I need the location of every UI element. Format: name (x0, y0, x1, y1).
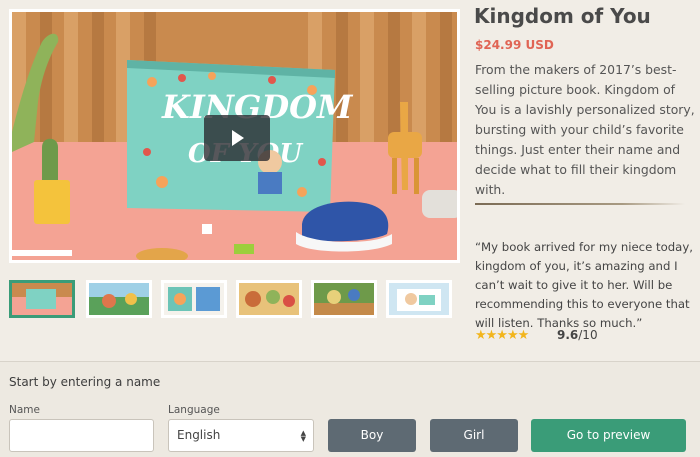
play-icon (232, 130, 244, 146)
thumbnail-image (239, 283, 299, 315)
thumbnail-image (164, 283, 224, 315)
thumbnail-image (12, 283, 72, 315)
thumbnail-1[interactable] (9, 280, 75, 318)
name-input[interactable] (9, 419, 154, 452)
thumbnail-4[interactable] (236, 280, 302, 318)
review-score: 9.6/10 (557, 328, 598, 342)
thumbnail-image (389, 283, 449, 315)
hero-video[interactable]: KINGDOM OF YOU (9, 9, 460, 263)
go-to-preview-button[interactable]: Go to preview (531, 419, 686, 452)
boy-button[interactable]: Boy (328, 419, 416, 452)
review-quote: “My book arrived for my niece today, kin… (475, 240, 693, 330)
language-label: Language (168, 404, 220, 416)
thumbnail-image (89, 283, 149, 315)
language-value: English (177, 428, 221, 442)
name-label: Name (9, 404, 40, 416)
thumbnail-6[interactable] (386, 280, 452, 318)
divider (475, 203, 685, 205)
play-button[interactable] (204, 115, 270, 161)
language-select[interactable]: English ▲ ▼ (168, 419, 314, 452)
section-divider (0, 361, 700, 362)
product-section: KINGDOM OF YOU (0, 0, 700, 362)
score-suffix: /10 (578, 328, 598, 342)
star-rating-icon: ★★★★★ (475, 328, 529, 343)
thumbnail-image (314, 283, 374, 315)
thumbnail-3[interactable] (161, 280, 227, 318)
product-description: From the makers of 2017’s best-selling p… (475, 62, 695, 197)
girl-button[interactable]: Girl (430, 419, 518, 452)
thumbnail-5[interactable] (311, 280, 377, 318)
product-title: Kingdom of You (474, 4, 651, 28)
form-prompt: Start by entering a name (9, 375, 161, 389)
product-price: $24.99 USD (475, 38, 554, 52)
thumbnail-2[interactable] (86, 280, 152, 318)
score-value: 9.6 (557, 328, 579, 342)
select-arrows-icon: ▲ ▼ (300, 429, 306, 443)
